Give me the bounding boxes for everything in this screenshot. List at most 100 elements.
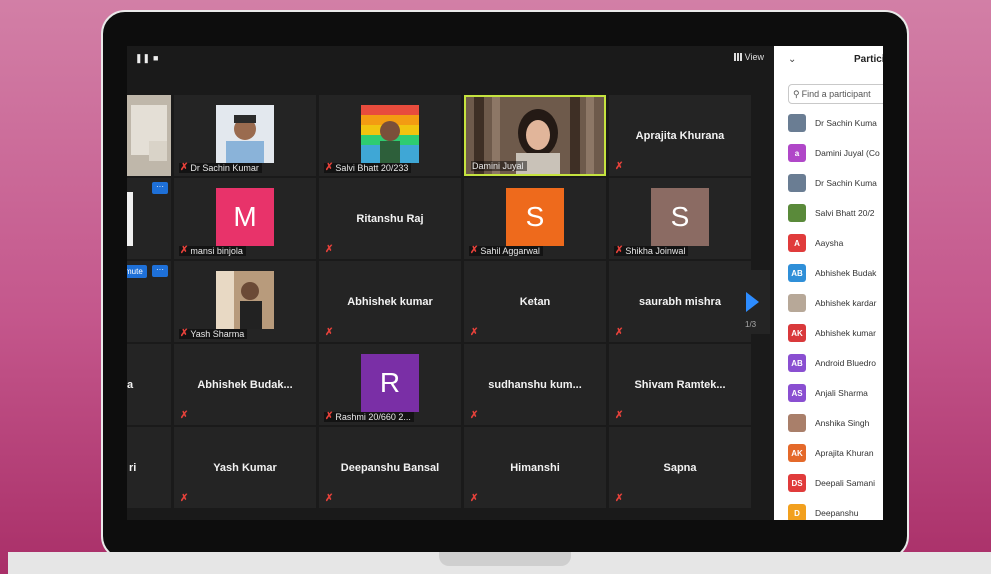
participant-search-input[interactable]: ⚲ Find a participant	[788, 84, 883, 104]
grid-icon	[733, 53, 742, 61]
participant-list-item[interactable]: AB Android Bluedro	[788, 354, 876, 372]
video-tile[interactable]: Sapna ✗	[609, 427, 751, 508]
video-tile[interactable]: S ✗ Shikha Joinwal	[609, 178, 751, 259]
video-tile-partial[interactable]: ri	[127, 427, 171, 508]
video-tile[interactable]: Aprajita Khurana ✗	[609, 95, 751, 176]
video-tile[interactable]: Abhishek Budak... ✗	[174, 344, 316, 425]
video-tile[interactable]: Ritanshu Raj ✗	[319, 178, 461, 259]
video-tile-partial[interactable]: ···	[127, 178, 171, 259]
participant-name: Damini Juyal (Co	[815, 148, 880, 158]
stop-icon[interactable]: ■	[153, 54, 162, 63]
participant-list-item[interactable]: Salvi Bhatt 20/2	[788, 204, 875, 222]
video-tile[interactable]: R ✗ Rashmi 20/660 2...	[319, 344, 461, 425]
video-tile[interactable]: ✗ Dr Sachin Kumar	[174, 95, 316, 176]
muted-mic-icon: ✗	[325, 327, 334, 338]
video-tile-partial[interactable]	[127, 95, 171, 176]
participant-label: ✗ Shikha Joinwal	[614, 245, 689, 256]
avatar: AB	[788, 264, 806, 282]
participant-name: Yash Kumar	[213, 461, 277, 474]
avatar: R	[361, 354, 419, 412]
participant-name: Sahil Aggarwal	[480, 246, 540, 256]
video-tile[interactable]: sudhanshu kum... ✗	[464, 344, 606, 425]
participant-name: Dr Sachin Kumar	[190, 163, 259, 173]
participant-name: Damini Juyal	[472, 161, 524, 171]
participant-list-item[interactable]: Anshika Singh	[788, 414, 869, 432]
participant-name: Ketan	[519, 295, 551, 308]
search-icon: ⚲	[793, 88, 800, 99]
unmute-button[interactable]: mute	[127, 265, 147, 278]
muted-mic-icon: ✗	[470, 245, 479, 256]
pause-icon[interactable]: ❚❚	[135, 54, 150, 63]
muted-mic-icon: ✗	[325, 244, 334, 255]
more-options-button[interactable]: ···	[152, 265, 168, 277]
participant-list-item[interactable]: DS Deepali Samani	[788, 474, 875, 492]
participant-name: Ritanshu Raj	[356, 212, 424, 225]
participant-name: Abhishek kardar	[815, 298, 877, 308]
video-tile[interactable]: Ketan ✗	[464, 261, 606, 342]
video-feed-image	[127, 192, 133, 246]
participant-name: Yash Sharma	[190, 329, 245, 339]
participant-name: Shivam Ramtek...	[634, 378, 726, 391]
participant-name: Anshika Singh	[815, 418, 870, 428]
participant-list-item[interactable]: AS Anjali Sharma	[788, 384, 868, 402]
participant-name: Aprajita Khuran	[815, 448, 874, 458]
video-tile[interactable]: Deepanshu Bansal ✗	[319, 427, 461, 508]
video-tile[interactable]: Damini Juyal	[464, 95, 606, 176]
participant-list-item[interactable]: AK Abhishek kumar	[788, 324, 876, 342]
video-tile[interactable]: S ✗ Sahil Aggarwal	[464, 178, 606, 259]
muted-mic-icon: ✗	[615, 245, 624, 256]
video-tile[interactable]: Abhishek kumar ✗	[319, 261, 461, 342]
avatar	[788, 414, 806, 432]
muted-mic-icon: ✗	[180, 410, 189, 421]
avatar: M	[216, 188, 274, 246]
participant-name: Sapna	[663, 461, 697, 474]
participant-list-item[interactable]: a Damini Juyal (Co	[788, 144, 880, 162]
participant-list-item[interactable]: Dr Sachin Kuma	[788, 174, 877, 192]
video-tile[interactable]: Himanshi ✗	[464, 427, 606, 508]
participant-label: ✗ mansi binjola	[179, 246, 246, 256]
participants-panel: ⌄ Partici ⚲ Find a participant Dr Sachin…	[774, 46, 883, 520]
muted-mic-icon: ✗	[615, 327, 624, 338]
participant-name: Abhishek Budak...	[197, 378, 293, 391]
video-tile-partial[interactable]: mute ···	[127, 261, 171, 342]
avatar: DS	[788, 474, 806, 492]
participant-name: Dr Sachin Kuma	[815, 178, 877, 188]
participant-list-item[interactable]: A Aaysha	[788, 234, 843, 252]
participant-label: Damini Juyal	[471, 161, 527, 171]
muted-mic-icon: ✗	[470, 493, 479, 504]
participant-label: ✗ Salvi Bhatt 20/233	[324, 163, 412, 173]
profile-photo	[216, 105, 274, 163]
video-tile[interactable]: ✗ Yash Sharma	[174, 261, 316, 342]
participant-name: mansi binjola	[190, 246, 243, 256]
participant-list-item[interactable]: Abhishek kardar	[788, 294, 876, 312]
next-arrow-icon	[746, 292, 759, 312]
meeting-top-bar: ❚❚ ■ View	[127, 46, 774, 72]
video-tile[interactable]: Shivam Ramtek... ✗	[609, 344, 751, 425]
avatar	[788, 204, 806, 222]
participant-list-item[interactable]: D Deepanshu	[788, 504, 858, 520]
participant-list-item[interactable]: Dr Sachin Kuma	[788, 114, 877, 132]
participant-label: ✗ Dr Sachin Kumar	[179, 163, 262, 173]
participant-name: Aprajita Khurana	[635, 129, 725, 142]
more-options-button[interactable]: ···	[152, 182, 168, 194]
muted-mic-icon: ✗	[615, 410, 624, 421]
video-tile[interactable]: Yash Kumar ✗	[174, 427, 316, 508]
participant-list-item[interactable]: AB Abhishek Budak	[788, 264, 876, 282]
participant-name: Dr Sachin Kuma	[815, 118, 877, 128]
participant-list-item[interactable]: AK Aprajita Khuran	[788, 444, 874, 462]
muted-mic-icon: ✗	[615, 493, 624, 504]
chevron-down-icon[interactable]: ⌄	[788, 54, 796, 65]
avatar	[788, 294, 806, 312]
participant-name: sudhanshu kum...	[488, 378, 582, 391]
participant-name: Salvi Bhatt 20/2	[815, 208, 875, 218]
view-button[interactable]: View	[733, 52, 764, 62]
muted-mic-icon: ✗	[180, 493, 189, 504]
participant-name: Deepanshu Bansal	[340, 461, 440, 474]
video-tile-partial[interactable]: a	[127, 344, 171, 425]
avatar: AK	[788, 444, 806, 462]
profile-photo	[216, 271, 274, 329]
video-tile[interactable]: M ✗ mansi binjola	[174, 178, 316, 259]
next-page-button[interactable]: 1/3	[730, 270, 770, 334]
avatar	[788, 114, 806, 132]
video-tile[interactable]: ✗ Salvi Bhatt 20/233	[319, 95, 461, 176]
